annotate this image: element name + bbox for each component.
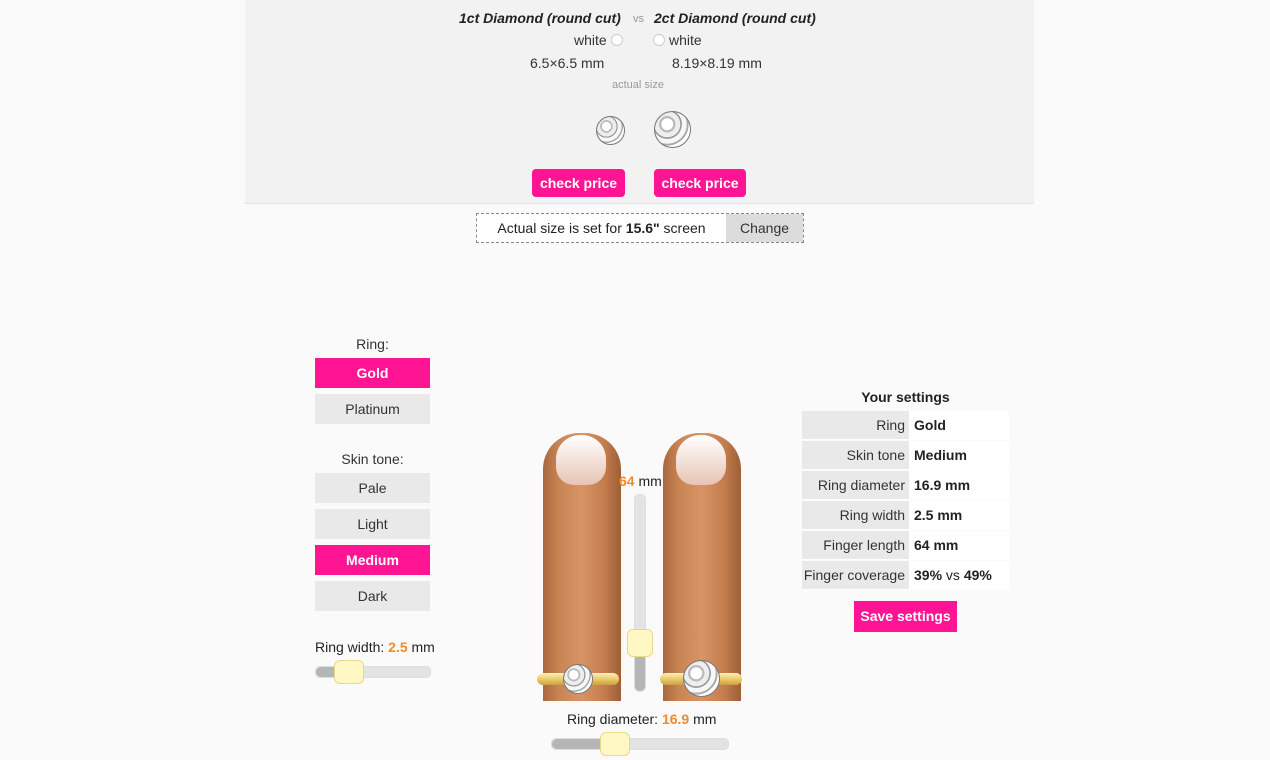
left-finger-image bbox=[543, 433, 621, 701]
settings-value: Medium bbox=[909, 441, 1009, 469]
right-fingernail bbox=[676, 435, 726, 485]
finger-length-unit: mm bbox=[634, 473, 662, 489]
skin-option-light[interactable]: Light bbox=[315, 509, 430, 539]
settings-key: Ring bbox=[802, 411, 909, 439]
ring-width-label-text: Ring width: bbox=[315, 639, 389, 655]
skin-tone-label: Skin tone: bbox=[341, 451, 404, 467]
ring-diameter-label-text: Ring diameter: bbox=[567, 711, 662, 727]
skin-option-medium[interactable]: Medium bbox=[315, 545, 430, 575]
right-diamond-size: 8.19×8.19 mm bbox=[672, 55, 762, 71]
settings-key: Finger length bbox=[802, 531, 909, 559]
screen-size-prefix: Actual size is set for bbox=[497, 220, 626, 236]
ring-diameter-unit: mm bbox=[689, 711, 717, 727]
settings-value: 64 mm bbox=[909, 531, 1009, 559]
ring-diameter-value: 16.9 bbox=[661, 711, 690, 727]
right-color-radio[interactable] bbox=[653, 34, 665, 46]
coverage-left: 39% bbox=[914, 567, 943, 583]
ring-diameter-slider[interactable] bbox=[551, 732, 729, 756]
settings-value: 16.9 mm bbox=[909, 471, 1009, 499]
actual-size-note: actual size bbox=[612, 79, 664, 91]
change-screen-button[interactable]: Change bbox=[726, 214, 803, 242]
save-settings-button[interactable]: Save settings bbox=[854, 601, 957, 632]
left-diamond-image bbox=[596, 116, 625, 145]
comparison-panel bbox=[245, 0, 1034, 204]
coverage-right: 49% bbox=[963, 567, 992, 583]
settings-value: 39% vs 49% bbox=[909, 561, 1009, 589]
settings-key: Ring diameter bbox=[802, 471, 909, 499]
right-diamond-title: 2ct Diamond (round cut) bbox=[654, 10, 816, 26]
left-ring-diamond bbox=[563, 664, 593, 694]
settings-row-finger-coverage: Finger coverage 39% vs 49% bbox=[802, 561, 1009, 590]
settings-row-ring-width: Ring width 2.5 mm bbox=[802, 501, 1009, 530]
left-color-label: white bbox=[574, 32, 607, 48]
screen-size-suffix: screen bbox=[659, 220, 706, 236]
settings-title: Your settings bbox=[861, 389, 950, 405]
finger-length-label: 64 mm bbox=[619, 473, 662, 489]
ring-width-unit: mm bbox=[407, 639, 435, 655]
ring-option-gold[interactable]: Gold bbox=[315, 358, 430, 388]
left-diamond-title: 1ct Diamond (round cut) bbox=[459, 10, 621, 26]
right-color-label: white bbox=[669, 32, 702, 48]
right-check-price-button[interactable]: check price bbox=[654, 169, 746, 197]
finger-length-slider-handle[interactable] bbox=[627, 629, 653, 657]
ring-width-value: 2.5 bbox=[388, 639, 408, 655]
settings-row-ring-diameter: Ring diameter 16.9 mm bbox=[802, 471, 1009, 500]
ring-width-slider-handle[interactable] bbox=[333, 660, 364, 684]
left-diamond-size: 6.5×6.5 mm bbox=[530, 55, 605, 71]
settings-key: Finger coverage bbox=[802, 561, 909, 589]
settings-row-finger-length: Finger length 64 mm bbox=[802, 531, 1009, 560]
skin-option-pale[interactable]: Pale bbox=[315, 473, 430, 503]
screen-size-bar: Actual size is set for 15.6" screen Chan… bbox=[476, 213, 804, 243]
ring-width-label: Ring width: 2.5 mm bbox=[315, 639, 435, 655]
left-fingernail bbox=[556, 435, 606, 485]
settings-key: Ring width bbox=[802, 501, 909, 529]
coverage-vs: vs bbox=[942, 567, 964, 583]
vs-label: vs bbox=[633, 13, 644, 25]
finger-length-value: 64 bbox=[619, 473, 635, 489]
left-color-selector[interactable]: white bbox=[574, 32, 623, 48]
finger-length-slider[interactable] bbox=[627, 494, 653, 692]
left-check-price-button[interactable]: check price bbox=[532, 169, 625, 197]
ring-option-platinum[interactable]: Platinum bbox=[315, 394, 430, 424]
settings-key: Skin tone bbox=[802, 441, 909, 469]
settings-row-skin-tone: Skin tone Medium bbox=[802, 441, 1009, 470]
ring-width-slider[interactable] bbox=[315, 660, 431, 684]
settings-row-ring: Ring Gold bbox=[802, 411, 1009, 440]
screen-size-value: 15.6" bbox=[625, 220, 660, 236]
screen-size-text: Actual size is set for 15.6" screen bbox=[477, 214, 726, 242]
ring-diameter-label: Ring diameter: 16.9 mm bbox=[567, 711, 716, 727]
settings-value: 2.5 mm bbox=[909, 501, 1009, 529]
skin-option-dark[interactable]: Dark bbox=[315, 581, 430, 611]
right-color-selector[interactable]: white bbox=[653, 32, 702, 48]
ring-label: Ring: bbox=[356, 336, 389, 352]
settings-value: Gold bbox=[909, 411, 1009, 439]
right-ring-diamond bbox=[683, 660, 720, 697]
left-color-radio[interactable] bbox=[610, 34, 623, 46]
ring-diameter-slider-handle[interactable] bbox=[599, 732, 630, 756]
right-diamond-image bbox=[654, 111, 691, 148]
